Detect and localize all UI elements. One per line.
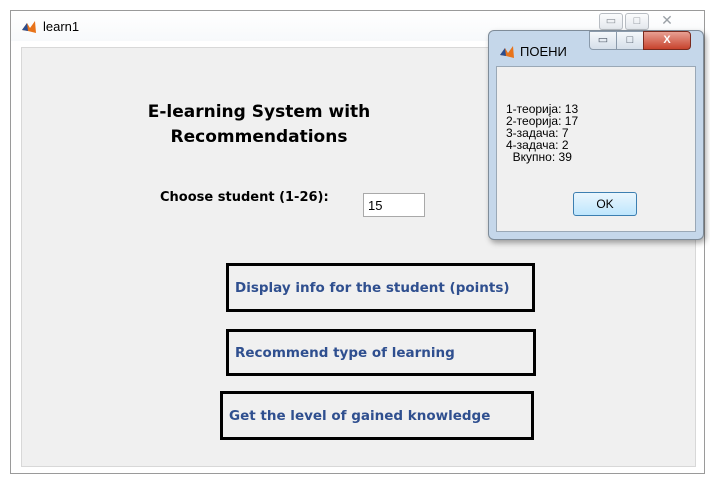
minimize-button[interactable]: ▭	[599, 13, 623, 30]
close-icon: ✕	[661, 12, 673, 28]
close-icon: X	[663, 34, 671, 46]
heading-line-1: E-learning System with	[147, 102, 371, 122]
app-heading: E-learning System with Recommendations	[122, 100, 396, 150]
points-value: 39	[558, 150, 572, 164]
dialog-minimize-button[interactable]: ▭	[589, 31, 617, 50]
close-button[interactable]: ✕	[655, 13, 679, 30]
recommend-learning-label: Recommend type of learning	[235, 344, 455, 361]
minimize-icon: ▭	[597, 34, 609, 46]
heading-line-2: Recommendations	[170, 127, 348, 147]
knowledge-level-label: Get the level of gained knowledge	[229, 407, 491, 424]
maximize-icon: □	[633, 15, 641, 27]
points-label: Вкупно:	[506, 150, 556, 164]
maximize-icon: □	[626, 34, 634, 46]
choose-student-label: Choose student (1-26):	[160, 190, 329, 205]
dialog-title: ПОЕНИ	[520, 44, 567, 59]
maximize-button[interactable]: □	[625, 13, 649, 30]
ok-button[interactable]: OK	[573, 192, 637, 216]
knowledge-level-button[interactable]: Get the level of gained knowledge	[220, 391, 534, 440]
student-number-input[interactable]	[363, 193, 425, 217]
recommend-learning-button[interactable]: Recommend type of learning	[226, 329, 536, 376]
matlab-icon	[22, 21, 36, 33]
dialog-close-button[interactable]: X	[643, 31, 691, 50]
points-dialog: ПОЕНИ ▭ □ X 1-теорија: 13 2-теорија: 17 …	[488, 30, 704, 240]
window-title: learn1	[43, 19, 80, 34]
display-info-label: Display info for the student (points)	[235, 279, 510, 296]
dialog-maximize-button[interactable]: □	[616, 31, 644, 50]
dialog-body: 1-теорија: 13 2-теорија: 17 3-задача: 7 …	[496, 66, 696, 232]
matlab-icon	[500, 46, 514, 58]
display-info-button[interactable]: Display info for the student (points)	[226, 263, 535, 312]
points-total-row: Вкупно: 39	[506, 151, 572, 163]
minimize-icon: ▭	[605, 15, 617, 27]
